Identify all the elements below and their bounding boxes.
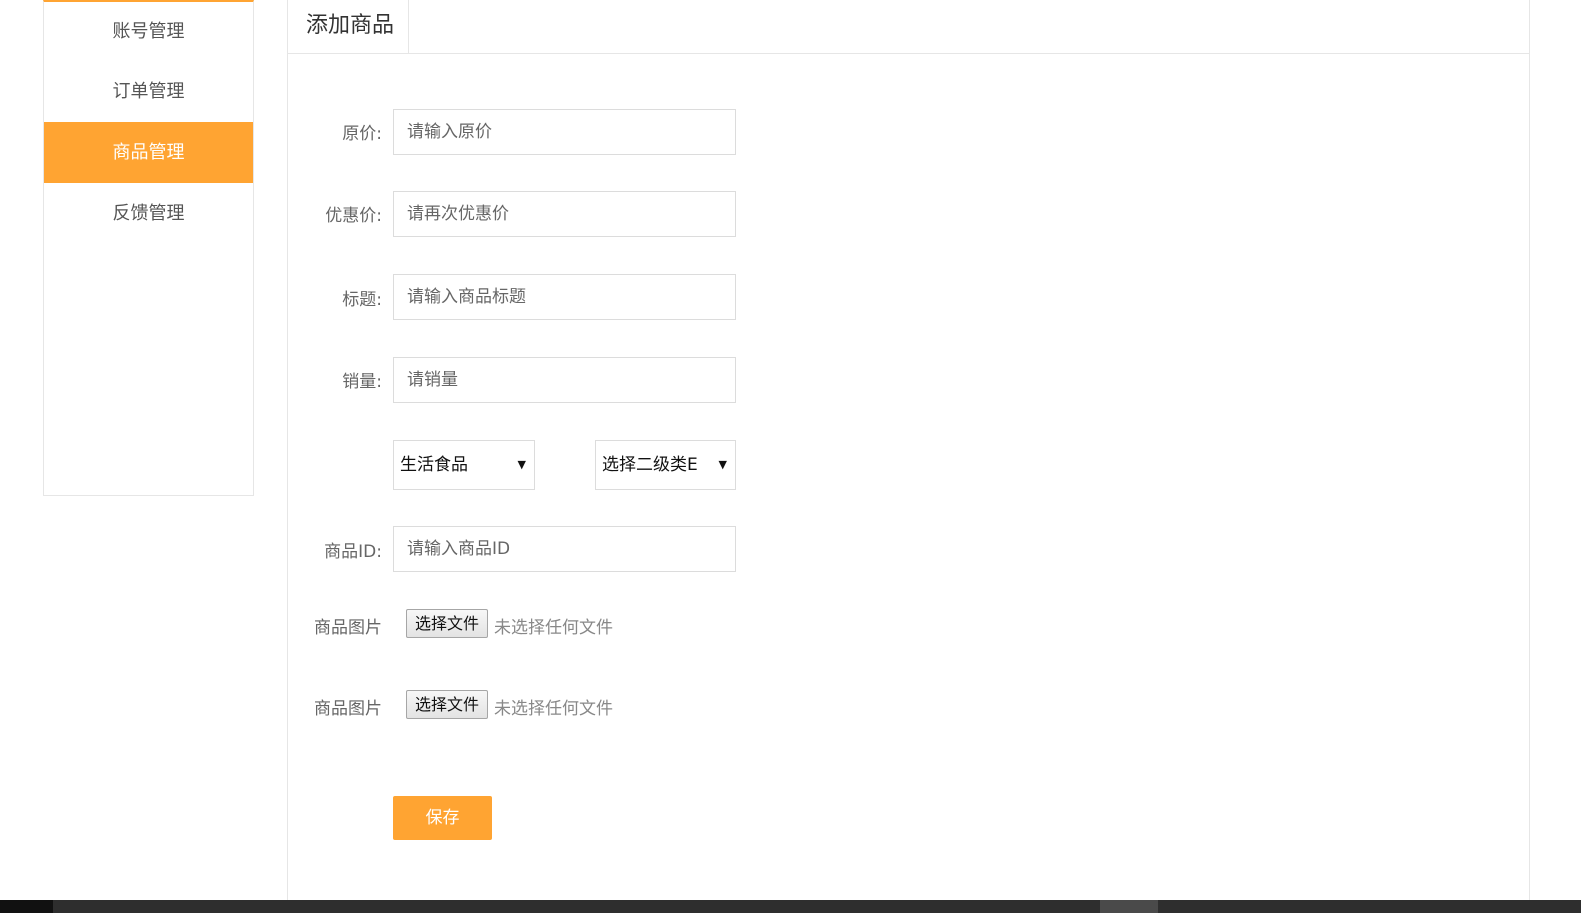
category-primary-value: 生活食品 [400,455,468,475]
sidebar-item-accounts[interactable]: 账号管理 [44,2,253,61]
image2-label: 商品图片 [314,699,382,719]
image2-file-status: 未选择任何文件 [494,699,613,719]
sales-label: 销量: [342,372,382,392]
title-label: 标题: [342,290,382,310]
category-primary-select[interactable]: 生活食品 ▼ [393,440,535,490]
main-panel: 添加商品 原价: 优惠价: 标题: 销量: 生活食品 ▼ 选择二级类E ▼ 商品… [287,0,1530,913]
taskbar-segment [0,900,53,913]
image1-choose-file-button[interactable]: 选择文件 [406,609,489,638]
original-price-label: 原价: [342,124,382,144]
caret-down-icon: ▼ [517,458,526,471]
sidebar-nav: 账号管理 订单管理 商品管理 反馈管理 [43,0,254,496]
discount-price-input[interactable] [393,191,736,237]
image1-label: 商品图片 [314,618,382,638]
save-button[interactable]: 保存 [393,796,492,840]
sidebar-item-products[interactable]: 商品管理 [44,122,253,183]
title-input[interactable] [393,274,736,320]
taskbar-strip [0,900,1581,913]
image1-file-status: 未选择任何文件 [494,618,613,638]
category-secondary-value: 选择二级类E [602,455,698,475]
category-secondary-select[interactable]: 选择二级类E ▼ [595,440,736,490]
product-id-label: 商品ID: [324,542,382,562]
sidebar-item-orders[interactable]: 订单管理 [44,61,253,122]
image2-choose-file-button[interactable]: 选择文件 [406,690,489,719]
panel-header: 添加商品 [288,0,1529,54]
sales-input[interactable] [393,357,736,403]
caret-down-icon: ▼ [718,458,727,471]
original-price-input[interactable] [393,109,736,155]
tab-add-product[interactable]: 添加商品 [288,0,409,53]
product-id-input[interactable] [393,526,736,572]
taskbar-segment [1100,900,1158,913]
sidebar-item-feedback[interactable]: 反馈管理 [44,183,253,244]
discount-price-label: 优惠价: [325,206,382,226]
